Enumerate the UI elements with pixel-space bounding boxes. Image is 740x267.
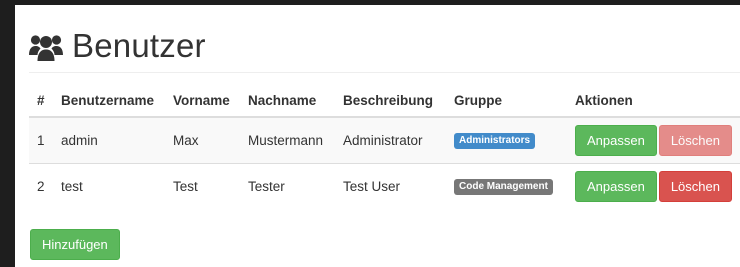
- row-username: admin: [53, 116, 165, 163]
- add-user-button[interactable]: Hinzufügen: [30, 229, 120, 260]
- column-header-actions: Aktionen: [567, 85, 740, 118]
- page-title: Benutzer: [72, 26, 206, 64]
- column-header-username: Benutzername: [53, 85, 165, 118]
- row-lastname: Mustermann: [240, 116, 335, 163]
- column-header-lastname: Nachname: [240, 85, 335, 118]
- row-firstname: Test: [165, 162, 240, 209]
- row-description: Administrator: [335, 116, 446, 163]
- row-actions: Anpassen Löschen: [567, 116, 740, 163]
- column-header-firstname: Vorname: [165, 85, 240, 118]
- table-header-row: # Benutzername Vorname Nachname Beschrei…: [29, 85, 740, 118]
- main-panel: Benutzer # Benutzername Vorname Nachname…: [15, 5, 740, 267]
- row-number: 1: [29, 116, 53, 163]
- group-badge: Administrators: [454, 133, 536, 150]
- column-header-group: Gruppe: [446, 85, 567, 118]
- row-group-cell: Code Management: [446, 162, 567, 209]
- column-header-description: Beschreibung: [335, 85, 446, 118]
- row-firstname: Max: [165, 116, 240, 163]
- page-header: Benutzer: [29, 19, 740, 73]
- group-badge: Code Management: [454, 179, 553, 196]
- row-lastname: Tester: [240, 162, 335, 209]
- table-row: 2 test Test Tester Test User Code Manage…: [29, 162, 740, 209]
- users-icon: [29, 34, 63, 61]
- edit-button[interactable]: Anpassen: [575, 124, 657, 156]
- row-actions: Anpassen Löschen: [567, 162, 740, 209]
- users-table: # Benutzername Vorname Nachname Beschrei…: [29, 85, 740, 209]
- delete-button[interactable]: Löschen: [658, 170, 732, 202]
- edit-button[interactable]: Anpassen: [575, 170, 657, 202]
- column-header-number: #: [29, 85, 53, 118]
- row-username: test: [53, 162, 165, 209]
- delete-button-disabled: Löschen: [658, 124, 732, 156]
- row-description: Test User: [335, 162, 446, 209]
- table-row: 1 admin Max Mustermann Administrator Adm…: [29, 116, 740, 163]
- row-number: 2: [29, 162, 53, 209]
- row-group-cell: Administrators: [446, 116, 567, 163]
